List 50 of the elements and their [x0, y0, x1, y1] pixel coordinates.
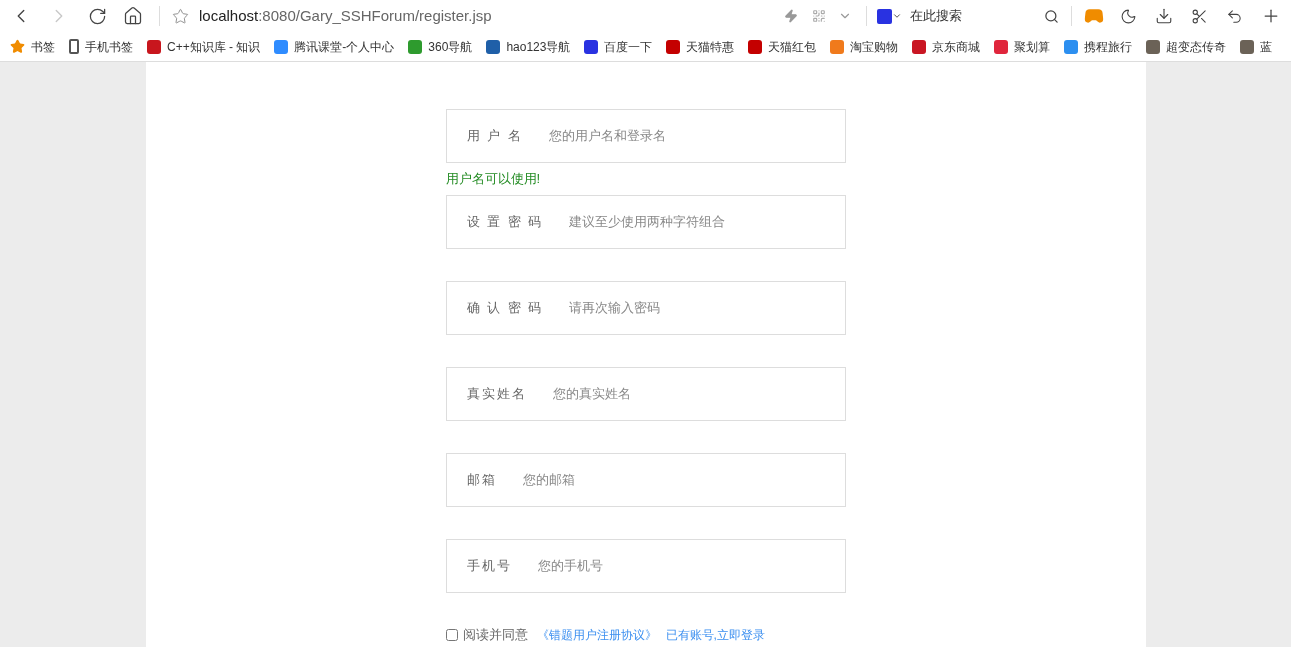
bookmark-item[interactable]: 天猫红包 — [768, 37, 817, 56]
form-field[interactable]: 真实姓名 您的真实姓名 — [445, 367, 846, 421]
form-field[interactable]: 设 置 密 码 建议至少使用两种字符组合 — [445, 195, 846, 249]
input-field[interactable]: 建议至少使用两种字符组合 — [569, 212, 825, 232]
form-field[interactable]: 邮箱 您的邮箱 — [445, 453, 846, 507]
validation-message: 用户名可以使用! — [445, 170, 541, 188]
input-field[interactable]: 您的邮箱 — [522, 470, 825, 490]
bookmark-item[interactable]: hao123导航 — [506, 37, 571, 56]
bookmark-item[interactable]: 腾讯课堂-个人中心 — [294, 37, 395, 56]
bookmark-item[interactable]: 携程旅行 — [1084, 37, 1133, 56]
bookmark-item[interactable]: 天猫特惠 — [686, 37, 735, 56]
lightning-icon[interactable] — [784, 9, 798, 23]
search-field[interactable]: 在此搜索 — [910, 6, 1040, 26]
url-field[interactable]: localhost:8080/Gary_SSHForum/register.jsp — [199, 4, 492, 28]
bookmark-item[interactable]: 淘宝购物 — [850, 37, 899, 56]
form-field[interactable]: 确 认 密 码 请再次输入密码 — [445, 281, 846, 335]
bookmark-item[interactable]: 京东商城 — [932, 37, 981, 56]
input-field[interactable]: 您的用户名和登录名 — [548, 126, 825, 146]
field-label: 真实姓名 — [466, 385, 527, 404]
field-label: 设 置 密 码 — [466, 213, 544, 232]
input-field[interactable]: 请再次输入密码 — [569, 298, 825, 318]
agreement-link[interactable]: 《错题用户注册协议》 — [536, 626, 657, 644]
bookmark-item[interactable]: 超变态传奇 — [1166, 37, 1227, 56]
field-label: 手机号 — [466, 557, 512, 576]
scissors-icon[interactable] — [1191, 7, 1208, 25]
input-field[interactable]: 您的真实姓名 — [552, 384, 825, 404]
bookmark-item[interactable]: 书签 — [31, 37, 55, 56]
bookmark-item[interactable]: 蓝 — [1260, 37, 1273, 56]
home-button[interactable] — [123, 6, 143, 26]
form-field[interactable]: 手机号 您的手机号 — [445, 539, 846, 593]
field-label: 邮箱 — [466, 471, 497, 490]
field-label: 确 认 密 码 — [466, 299, 544, 318]
bookmark-item[interactable]: 百度一下 — [604, 37, 653, 56]
field-label: 用 户 名 — [466, 127, 523, 146]
bookmark-item[interactable]: 聚划算 — [1014, 37, 1051, 56]
input-field[interactable]: 您的手机号 — [537, 556, 825, 576]
agreement-link[interactable]: 已有账号,立即登录 — [665, 626, 765, 644]
agree-checkbox[interactable] — [445, 629, 458, 641]
caret-icon[interactable] — [892, 11, 902, 21]
search-icon[interactable] — [1044, 8, 1059, 24]
moon-icon[interactable] — [1120, 7, 1137, 25]
download-icon[interactable] — [1155, 7, 1173, 25]
bookmark-item[interactable]: 360导航 — [428, 37, 473, 56]
form-field[interactable]: 用 户 名 您的用户名和登录名 — [445, 109, 846, 163]
bookmark-star-icon[interactable] — [172, 7, 189, 25]
bookmark-item[interactable]: C++知识库 - 知识 — [167, 37, 261, 56]
undo-icon[interactable] — [1226, 7, 1243, 25]
bookmark-item[interactable]: 手机书签 — [85, 37, 133, 56]
agreement-text: 阅读并同意 — [462, 626, 528, 645]
reload-button[interactable] — [88, 6, 107, 26]
